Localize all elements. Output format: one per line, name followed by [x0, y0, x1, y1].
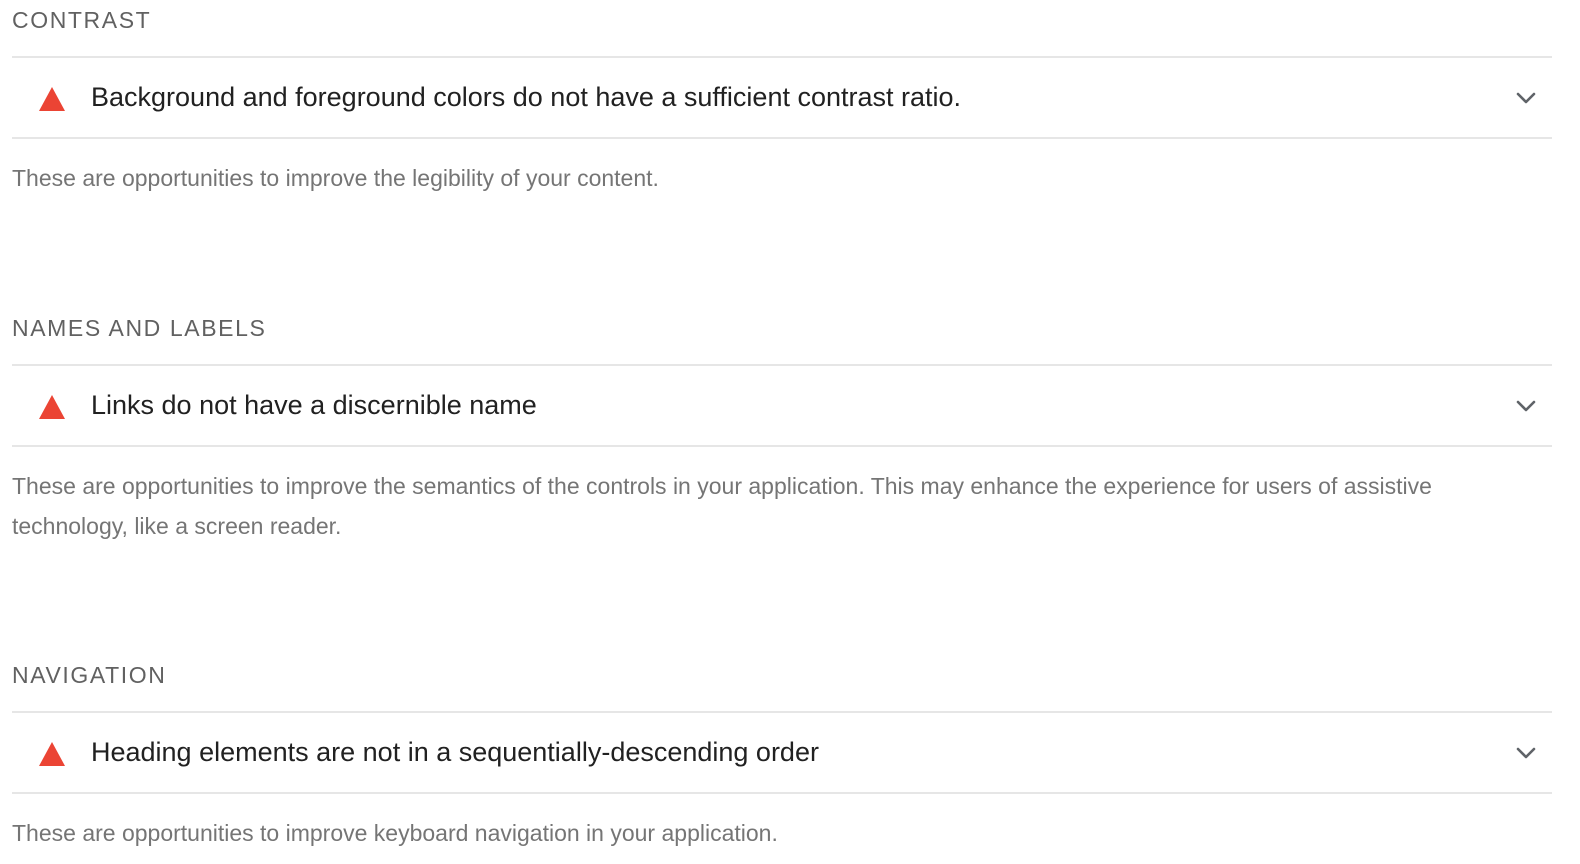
group-description: These are opportunities to improve the s… [12, 473, 1432, 539]
audit-group-contrast: CONTRAST Background and foreground color… [12, 0, 1552, 200]
audit-group-names-and-labels: NAMES AND LABELS Links do not have a dis… [12, 308, 1552, 558]
group-header: CONTRAST [12, 7, 152, 33]
audit-row-link-name[interactable]: Links do not have a discernible name [12, 364, 1552, 447]
warning-triangle-icon [39, 395, 65, 419]
chevron-down-icon[interactable] [1514, 397, 1538, 415]
group-header: NAVIGATION [12, 662, 167, 688]
group-description: These are opportunities to improve the l… [12, 165, 659, 191]
warning-triangle-icon [39, 87, 65, 111]
audit-group-navigation: NAVIGATION Heading elements are not in a… [12, 655, 1552, 864]
audit-title: Background and foreground colors do not … [91, 82, 962, 112]
audit-row-color-contrast[interactable]: Background and foreground colors do not … [12, 56, 1552, 139]
chevron-down-icon[interactable] [1514, 744, 1538, 762]
audit-title: Heading elements are not in a sequential… [91, 737, 819, 767]
warning-triangle-icon [39, 742, 65, 766]
group-header: NAMES AND LABELS [12, 315, 267, 341]
chevron-down-icon[interactable] [1514, 89, 1538, 107]
audit-row-heading-order[interactable]: Heading elements are not in a sequential… [12, 711, 1552, 794]
group-description: These are opportunities to improve keybo… [12, 820, 778, 846]
audit-title: Links do not have a discernible name [91, 390, 537, 420]
